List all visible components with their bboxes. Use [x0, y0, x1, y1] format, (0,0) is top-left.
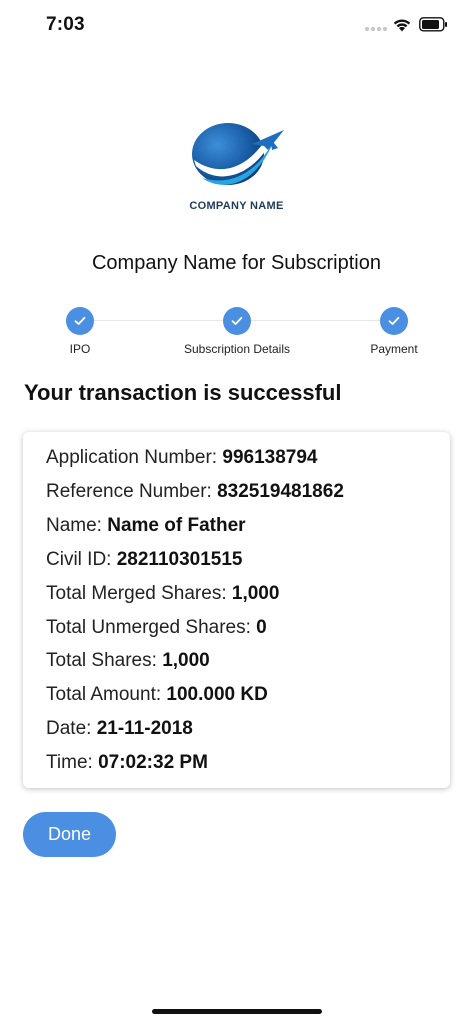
step-complete-check-icon [380, 307, 408, 335]
field-value: Name of Father [107, 515, 246, 536]
field-label: Civil ID: [46, 549, 112, 570]
status-time: 7:03 [46, 14, 85, 35]
reference-number-row: Reference Number: 832519481862 [46, 481, 344, 503]
done-button[interactable]: Done [23, 812, 116, 857]
field-label: Total Unmerged Shares: [46, 617, 251, 638]
field-label: Application Number: [46, 447, 218, 468]
status-bar: 7:03 [0, 0, 473, 52]
field-value: 282110301515 [116, 549, 243, 570]
success-heading: Your transaction is successful [24, 380, 342, 405]
step-subscription-details: Subscription Details [167, 307, 307, 356]
field-value: 996138794 [222, 447, 318, 468]
step-label: Payment [370, 342, 418, 356]
total-shares-row: Total Shares: 1,000 [46, 650, 210, 672]
field-label: Total Merged Shares: [46, 583, 227, 604]
step-complete-check-icon [223, 307, 251, 335]
battery-icon [419, 17, 447, 32]
field-value: 1,000 [162, 650, 210, 671]
step-complete-check-icon [66, 307, 94, 335]
field-label: Name: [46, 515, 102, 536]
field-value: 832519481862 [217, 481, 344, 502]
field-value: 0 [256, 617, 267, 638]
field-label: Total Amount: [46, 684, 162, 705]
date-row: Date: 21-11-2018 [46, 718, 193, 740]
field-label: Total Shares: [46, 650, 157, 671]
company-logo-text: COMPANY NAME [189, 200, 284, 212]
step-label: IPO [69, 342, 91, 356]
field-value: 100.000 KD [166, 684, 268, 705]
field-value: 21-11-2018 [96, 718, 193, 739]
field-value: 1,000 [231, 583, 280, 604]
step-payment: Payment [324, 307, 464, 356]
total-amount-row: Total Amount: 100.000 KD [46, 684, 268, 706]
time-row: Time: 07:02:32 PM [46, 752, 208, 774]
cellular-signal-icon [365, 27, 387, 31]
application-number-row: Application Number: 996138794 [46, 447, 317, 469]
field-value: 07:02:32 PM [98, 752, 208, 773]
field-label: Time: [46, 752, 93, 773]
step-ipo: IPO [10, 307, 150, 356]
page-title: Company Name for Subscription [91, 252, 381, 274]
field-label: Date: [46, 718, 92, 739]
total-merged-shares-row: Total Merged Shares: 1,000 [46, 583, 279, 605]
home-indicator[interactable] [152, 1009, 322, 1014]
civil-id-row: Civil ID: 282110301515 [46, 549, 243, 571]
step-label: Subscription Details [183, 342, 291, 356]
total-unmerged-shares-row: Total Unmerged Shares: 0 [46, 617, 267, 639]
name-row: Name: Name of Father [46, 515, 246, 537]
wifi-icon [393, 19, 411, 32]
transaction-details-card: Application Number: 996138794 Reference … [23, 432, 450, 788]
field-label: Reference Number: [46, 481, 212, 502]
